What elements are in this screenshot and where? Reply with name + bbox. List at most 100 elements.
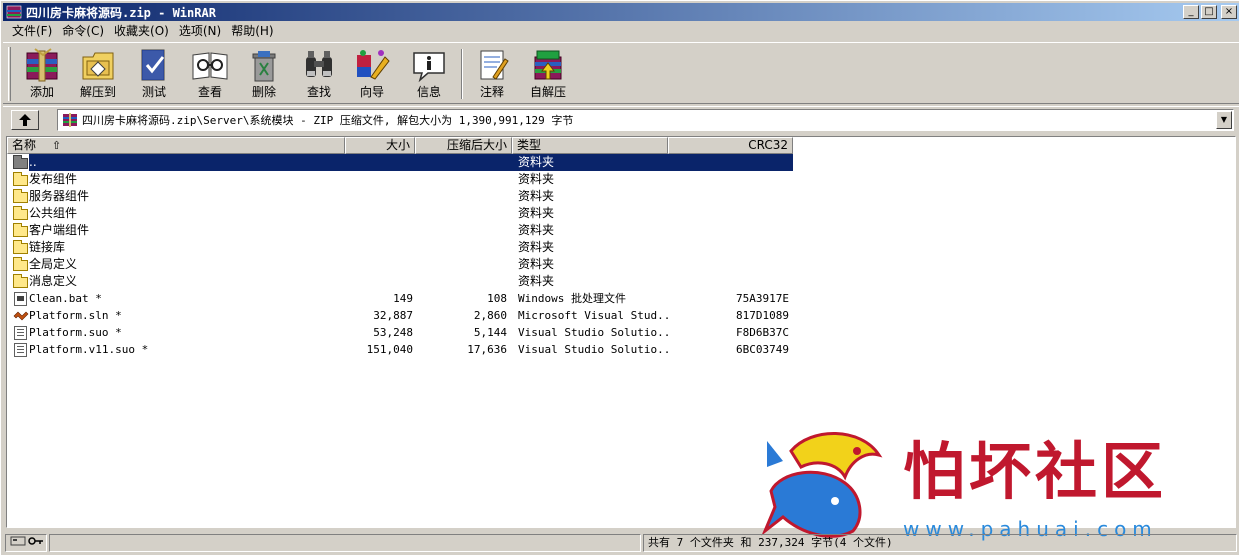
row-packed (415, 273, 507, 290)
address-dropdown-button[interactable]: ▼ (1216, 111, 1232, 129)
menu-help[interactable]: 帮助(H) (226, 23, 278, 40)
winrar-window: 四川房卡麻将源码.zip - WinRAR _ □ × 文件(F) 命令(C) … (0, 0, 1240, 556)
row-packed: 108 (487, 292, 507, 305)
table-row[interactable]: Platform.sln * 32,887 2,860 Microsoft Vi… (7, 307, 1235, 324)
column-header-size[interactable]: 大小 (345, 137, 415, 154)
table-row[interactable]: 链接库 资料夹 (7, 239, 1235, 256)
table-row[interactable]: .. 资料夹 (7, 154, 1235, 171)
row-crc: F8D6B37C (736, 326, 789, 339)
row-type: 资料夹 (518, 172, 555, 186)
status-selection-segment (49, 534, 641, 552)
list-rows: .. 资料夹 发布组件 资料夹 服务器组件 资料夹 公共组件 资料夹 客户端组件… (7, 154, 1235, 358)
address-path: 四川房卡麻将源码.zip\Server\系统模块 - ZIP 压缩文件, 解包大… (82, 114, 574, 127)
suo-file-icon (13, 342, 29, 357)
row-size (345, 154, 413, 171)
row-type: 资料夹 (518, 274, 555, 288)
chevron-down-icon: ▼ (1220, 115, 1228, 124)
extract-to-icon (77, 47, 119, 83)
row-packed (415, 171, 507, 188)
watermark: 怕坏社区 www.pahuai.com (761, 419, 1231, 549)
row-crc: 6BC03749 (736, 343, 789, 356)
fish-logo-icon (761, 421, 891, 545)
address-field[interactable]: 四川房卡麻将源码.zip\Server\系统模块 - ZIP 压缩文件, 解包大… (57, 109, 1234, 131)
row-type: 资料夹 (518, 257, 555, 271)
up-one-level-button[interactable] (11, 110, 39, 130)
table-row[interactable]: Platform.v11.suo * 151,040 17,636 Visual… (7, 341, 1235, 358)
row-type: 资料夹 (518, 223, 555, 237)
column-header-name[interactable]: 名称 ⇧ (7, 137, 345, 154)
maximize-button[interactable]: □ (1201, 5, 1217, 19)
row-size (345, 239, 413, 256)
sfx-label: 自解压 (529, 85, 566, 99)
row-name: 消息定义 (29, 274, 78, 288)
info-icon (408, 47, 450, 83)
column-header-packed[interactable]: 压缩后大小 (415, 137, 512, 154)
folder-icon (13, 172, 29, 187)
menu-file[interactable]: 文件(F) (7, 23, 57, 40)
row-name: 全局定义 (29, 257, 78, 271)
menu-commands[interactable]: 命令(C) (57, 23, 109, 40)
column-header-name-label: 名称 (12, 138, 37, 152)
row-type: Visual Studio Solutio... (518, 326, 668, 339)
row-type: 资料夹 (518, 240, 555, 254)
wizard-label: 向导 (359, 85, 384, 99)
view-label: 查看 (197, 85, 222, 99)
folder-icon (13, 240, 29, 255)
toolbar-grip[interactable] (8, 47, 11, 101)
menu-favorites[interactable]: 收藏夹(O) (109, 23, 174, 40)
comment-icon (471, 47, 513, 83)
table-row[interactable]: 全局定义 资料夹 (7, 256, 1235, 273)
wizard-button[interactable]: 向导 (346, 47, 398, 103)
folder-icon (13, 206, 29, 221)
extract-to-button[interactable]: 解压到 (72, 47, 124, 103)
view-button[interactable]: 查看 (184, 47, 236, 103)
menu-options[interactable]: 选项(N) (174, 23, 226, 40)
window-title: 四川房卡麻将源码.zip - WinRAR (26, 5, 216, 20)
sfx-icon (527, 47, 569, 83)
column-header-crc[interactable]: CRC32 (668, 137, 793, 154)
table-row[interactable]: Platform.suo * 53,248 5,144 Visual Studi… (7, 324, 1235, 341)
find-button[interactable]: 查找 (293, 47, 345, 103)
row-crc (671, 256, 789, 273)
row-packed (415, 205, 507, 222)
row-packed: 5,144 (473, 326, 507, 339)
minimize-button[interactable]: _ (1183, 5, 1199, 19)
comment-button[interactable]: 注释 (466, 47, 518, 103)
table-row[interactable]: Clean.bat * 149 108 Windows 批处理文件 75A391… (7, 290, 1235, 307)
row-packed (415, 222, 507, 239)
delete-button[interactable]: 删除 (238, 47, 290, 103)
info-label: 信息 (416, 85, 441, 99)
title-bar[interactable]: 四川房卡麻将源码.zip - WinRAR _ □ × (3, 3, 1239, 21)
drive-key-icon (10, 536, 43, 546)
add-label: 添加 (29, 85, 54, 99)
status-drive-segment[interactable] (5, 534, 47, 552)
table-row[interactable]: 服务器组件 资料夹 (7, 188, 1235, 205)
close-button[interactable]: × (1221, 5, 1237, 19)
winrar-app-icon (6, 5, 22, 19)
table-row[interactable]: 消息定义 资料夹 (7, 273, 1235, 290)
sfx-button[interactable]: 自解压 (522, 47, 574, 103)
row-size (345, 188, 413, 205)
row-name: 客户端组件 (29, 223, 90, 237)
archive-icon (62, 113, 78, 127)
row-packed (415, 256, 507, 273)
status-bar: 共有 7 个文件夹 和 237,324 字节(4 个文件) (3, 533, 1239, 553)
row-size: 53,248 (373, 326, 413, 339)
table-row[interactable]: 发布组件 资料夹 (7, 171, 1235, 188)
wizard-icon (351, 47, 393, 83)
row-name: Clean.bat * (29, 292, 102, 305)
row-packed (415, 154, 507, 171)
info-button[interactable]: 信息 (403, 47, 455, 103)
batch-file-icon (13, 291, 29, 306)
comment-label: 注释 (479, 85, 504, 99)
add-button[interactable]: 添加 (16, 47, 68, 103)
table-row[interactable]: 公共组件 资料夹 (7, 205, 1235, 222)
row-type: 资料夹 (518, 189, 555, 203)
column-header-type[interactable]: 类型 (512, 137, 668, 154)
row-crc (671, 222, 789, 239)
test-button[interactable]: 测试 (128, 47, 180, 103)
row-type: Visual Studio Solutio... (518, 343, 668, 356)
table-row[interactable]: 客户端组件 资料夹 (7, 222, 1235, 239)
address-row: 四川房卡麻将源码.zip\Server\系统模块 - ZIP 压缩文件, 解包大… (3, 106, 1239, 132)
toolbar: 添加 解压到 测试 查看 删除 查找 向导 信息 注释 自解压 (3, 42, 1239, 104)
